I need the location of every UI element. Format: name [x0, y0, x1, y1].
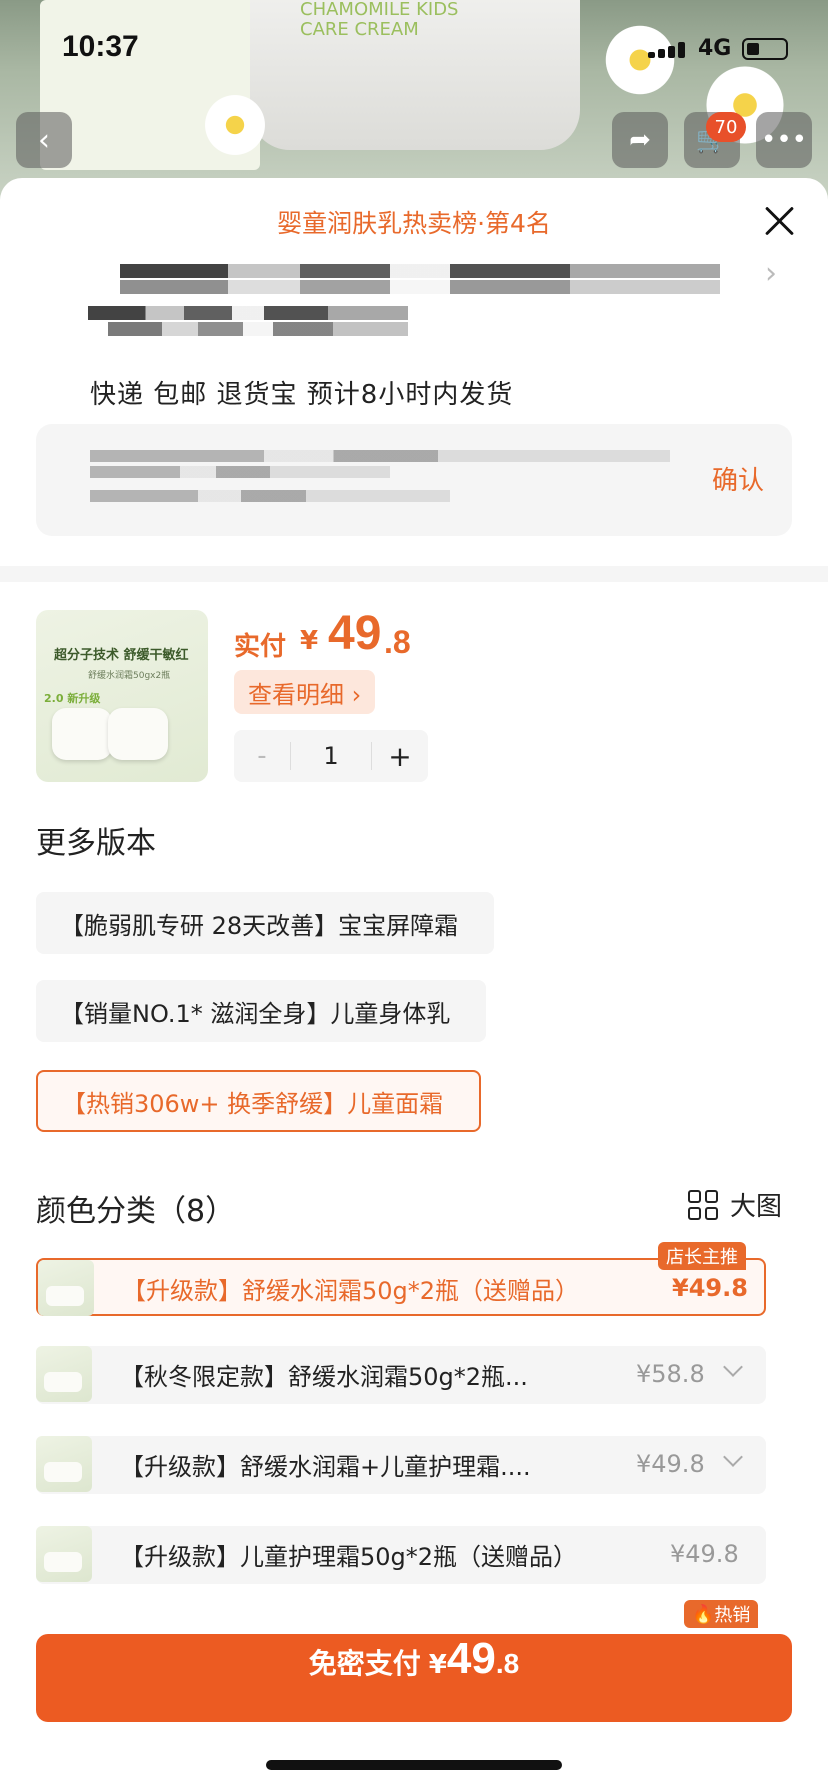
- redacted-address-line: [120, 280, 720, 294]
- status-bar: 10:37 4G: [0, 0, 828, 100]
- hot-sale-badge: 🔥 热销: [684, 1600, 759, 1628]
- redacted-note-line: [90, 466, 390, 478]
- chevron-down-icon[interactable]: [723, 1357, 743, 1377]
- view-details-button[interactable]: 查看明细 ›: [234, 670, 376, 714]
- decrease-button[interactable]: -: [234, 741, 290, 771]
- redacted-address-line: [88, 306, 408, 320]
- actual-pay-label: 实付: [234, 632, 287, 662]
- color-category-title: 颜色分类（8）: [36, 1194, 236, 1229]
- grid-icon: [688, 1189, 718, 1220]
- thumbnail-tag: 2.0 新升级: [44, 692, 101, 705]
- jar-image: [52, 708, 112, 760]
- product-thumbnail[interactable]: 超分子技术 舒缓干敏红 舒缓水润霜50gx2瓶 2.0 新升级: [36, 610, 208, 782]
- back-button[interactable]: ‹: [16, 112, 72, 168]
- version-option-selected[interactable]: 【热销306w+ 换季舒缓】儿童面霜: [36, 1070, 482, 1132]
- network-label: 4G: [698, 36, 732, 61]
- share-icon: ➦: [629, 125, 651, 155]
- more-icon: •••: [760, 125, 807, 155]
- option-thumbnail: [38, 1260, 94, 1316]
- confirm-button[interactable]: 确认: [712, 460, 764, 497]
- currency-symbol: ¥: [300, 626, 319, 656]
- version-option[interactable]: 【脆弱肌专研 28天改善】宝宝屏障霜: [36, 892, 495, 954]
- home-indicator[interactable]: [266, 1760, 562, 1770]
- redacted-address-line: [108, 322, 408, 336]
- price-decimal: .8: [384, 624, 411, 660]
- increase-button[interactable]: +: [372, 740, 428, 773]
- section-divider: [0, 566, 828, 582]
- big-view-label: 大图: [730, 1192, 783, 1222]
- option-thumbnail: [36, 1436, 92, 1492]
- option-price: ¥58.8: [636, 1360, 705, 1388]
- quantity-input[interactable]: 1: [290, 742, 372, 770]
- redacted-note-line: [90, 490, 450, 502]
- option-thumbnail: [36, 1346, 92, 1402]
- flower-decoration: [200, 90, 270, 160]
- delivery-info: 快递 包邮 退货宝 预计8小时内发货: [90, 380, 514, 410]
- chevron-down-icon[interactable]: [723, 1447, 743, 1467]
- color-option[interactable]: 【秋冬限定款】舒缓水润霜50g*2瓶... ¥58.8: [36, 1346, 766, 1404]
- option-price: ¥49.8: [636, 1450, 705, 1478]
- thumbnail-subtitle: 舒缓水润霜50gx2瓶: [88, 671, 171, 681]
- jar-image: [108, 708, 168, 760]
- more-button[interactable]: •••: [756, 112, 812, 168]
- fire-icon: 🔥: [692, 1603, 715, 1625]
- price-integer: 49: [328, 607, 382, 660]
- option-label: 【升级款】舒缓水润霜50g*2瓶（送赠品）: [122, 1276, 580, 1305]
- share-button[interactable]: ➦: [612, 112, 668, 168]
- chevron-left-icon: ‹: [38, 122, 50, 158]
- option-label: 【升级款】儿童护理霜50g*2瓶（送赠品）: [120, 1542, 578, 1571]
- signal-icon: [648, 42, 686, 58]
- big-view-button[interactable]: 大图: [688, 1186, 782, 1223]
- pay-button-price-decimal: .8: [495, 1648, 520, 1679]
- order-note-box[interactable]: 确认: [36, 424, 792, 536]
- thumbnail-headline: 超分子技术 舒缓干敏红: [54, 648, 189, 663]
- redacted-address-line: [120, 264, 720, 278]
- hot-sale-label: 热销: [714, 1605, 751, 1626]
- color-option[interactable]: 【升级款】儿童护理霜50g*2瓶（送赠品） ¥49.8: [36, 1526, 766, 1584]
- chevron-right-icon[interactable]: ›: [765, 256, 777, 291]
- password-free-pay-button[interactable]: 免密支付 ¥ 49 .8: [36, 1634, 792, 1722]
- status-time: 10:37: [62, 30, 139, 63]
- option-label: 【升级款】舒缓水润霜+儿童护理霜....: [120, 1452, 531, 1481]
- more-versions-title: 更多版本: [36, 826, 156, 861]
- color-option[interactable]: 【升级款】舒缓水润霜+儿童护理霜.... ¥49.8: [36, 1436, 766, 1494]
- pay-button-label: 免密支付: [308, 1647, 421, 1680]
- recommend-badge: 店长主推: [658, 1242, 746, 1270]
- pay-button-price-integer: 49: [446, 1634, 496, 1683]
- version-option[interactable]: 【销量NO.1* 滋润全身】儿童身体乳: [36, 980, 487, 1042]
- option-price: ¥49.8: [670, 1540, 739, 1568]
- option-label: 【秋冬限定款】舒缓水润霜50g*2瓶...: [120, 1362, 528, 1391]
- battery-icon: [742, 38, 788, 60]
- address-selector[interactable]: [88, 252, 728, 372]
- pay-button-currency: ¥: [428, 1650, 447, 1680]
- quantity-stepper: - 1 +: [234, 730, 428, 782]
- color-option-selected[interactable]: 【升级款】舒缓水润霜50g*2瓶（送赠品） ¥49.8: [36, 1258, 766, 1316]
- option-thumbnail: [36, 1526, 92, 1582]
- redacted-note-line: [90, 450, 670, 462]
- ranking-title[interactable]: 婴童润肤乳热卖榜·第4名: [0, 204, 828, 240]
- cart-count-badge: 70: [706, 112, 746, 142]
- close-icon[interactable]: [760, 202, 800, 242]
